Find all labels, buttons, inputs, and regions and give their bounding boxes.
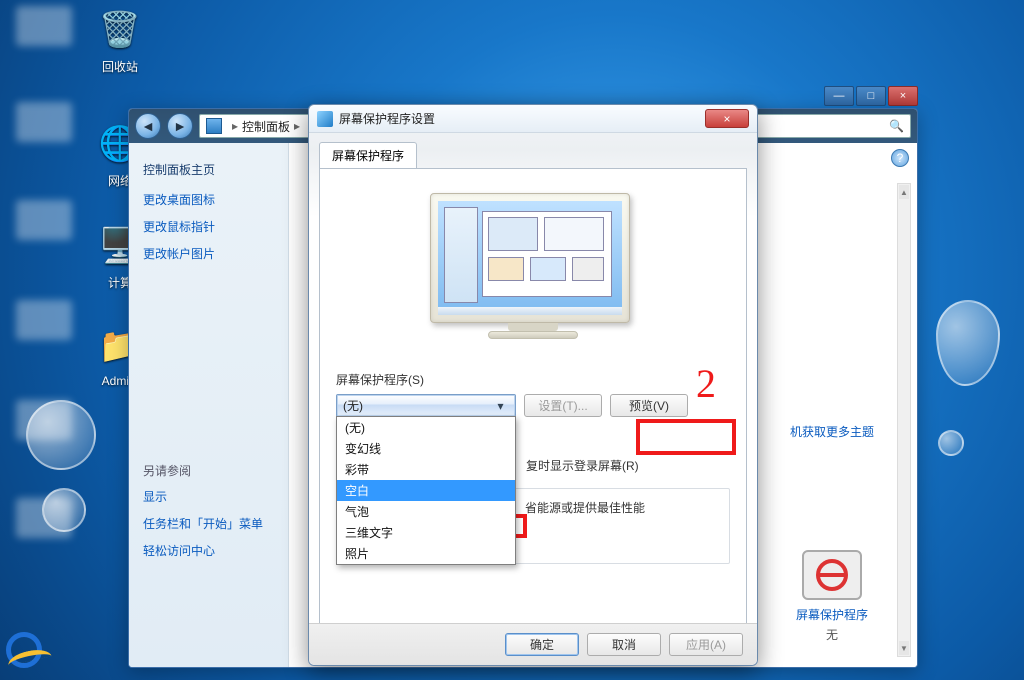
- search-icon: 🔍: [889, 119, 904, 133]
- search-input[interactable]: 🔍: [731, 114, 911, 138]
- preview-button[interactable]: 预览(V): [610, 394, 688, 417]
- screensaver-settings-dialog: 屏幕保护程序设置 × 屏幕保护程序 屏幕保护: [308, 104, 758, 666]
- desktop-icon-blurred[interactable]: [6, 102, 82, 146]
- blurred-icon: [16, 200, 72, 240]
- combo-value: (无): [343, 397, 363, 414]
- chevron-down-icon: ▾: [492, 397, 509, 414]
- sidebar: 控制面板主页 更改桌面图标 更改鼠标指针 更改帐户图片 另请参阅 显示 任务栏和…: [129, 143, 289, 667]
- blurred-icon: [16, 400, 72, 440]
- dialog-icon: [317, 111, 333, 127]
- nav-back-button[interactable]: ◄: [135, 113, 161, 139]
- see-also-taskbar-start[interactable]: 任务栏和「开始」菜单: [143, 516, 274, 533]
- ok-button[interactable]: 确定: [505, 633, 579, 656]
- maximize-button[interactable]: □: [856, 86, 886, 106]
- desktop-icon-blurred[interactable]: [6, 498, 82, 542]
- dialog-title: 屏幕保护程序设置: [339, 110, 435, 127]
- monitor-preview: [430, 193, 636, 353]
- tab-body: 屏幕保护程序(S) (无) ▾ (无) 变幻线 彩带 空白 气泡 三维文字 照片: [319, 168, 747, 636]
- recycle-bin-icon: 🗑️: [96, 6, 144, 54]
- combo-dropdown-list: (无) 变幻线 彩带 空白 气泡 三维文字 照片: [336, 416, 516, 565]
- apply-button[interactable]: 应用(A): [669, 633, 743, 656]
- breadcrumb-item[interactable]: 控制面板: [242, 118, 290, 135]
- cancel-button[interactable]: 取消: [587, 633, 661, 656]
- blurred-icon: [16, 300, 72, 340]
- control-panel-icon: [206, 118, 222, 134]
- chevron-right-icon: ▸: [232, 119, 238, 133]
- see-also-ease-of-access[interactable]: 轻松访问中心: [143, 543, 274, 560]
- dialog-titlebar[interactable]: 屏幕保护程序设置 ×: [309, 105, 757, 133]
- sidebar-link-change-mouse-pointers[interactable]: 更改鼠标指针: [143, 219, 274, 236]
- icon-label: 回收站: [82, 58, 158, 75]
- droplet-decoration: [936, 300, 1000, 386]
- dialog-close-button[interactable]: ×: [705, 109, 749, 128]
- combo-option-mystify[interactable]: 变幻线: [337, 438, 515, 459]
- combo-option-3dtext[interactable]: 三维文字: [337, 522, 515, 543]
- nav-forward-button[interactable]: ►: [167, 113, 193, 139]
- combo-option-ribbons[interactable]: 彩带: [337, 459, 515, 480]
- tab-screensaver[interactable]: 屏幕保护程序: [319, 142, 417, 169]
- combo-option-bubbles[interactable]: 气泡: [337, 501, 515, 522]
- help-icon[interactable]: ?: [891, 149, 909, 167]
- see-also-display[interactable]: 显示: [143, 489, 274, 506]
- ie-icon: [6, 632, 42, 668]
- sidebar-link-change-account-picture[interactable]: 更改帐户图片: [143, 246, 274, 263]
- combo-option-photos[interactable]: 照片: [337, 543, 515, 564]
- taskbar-ie-icon[interactable]: [6, 632, 48, 674]
- tab-strip: 屏幕保护程序: [309, 133, 757, 168]
- blurred-icon: [16, 6, 72, 46]
- blurred-icon: [16, 102, 72, 142]
- sidebar-home-link[interactable]: 控制面板主页: [143, 161, 274, 178]
- desktop-icon-blurred[interactable]: [6, 6, 82, 50]
- desktop: 🗑️ 回收站 🌐 网络 🖥️ 计算 📁 Admini — □ × ◄ ► ▸: [0, 0, 1024, 680]
- sidebar-link-change-desktop-icons[interactable]: 更改桌面图标: [143, 192, 274, 209]
- screensaver-combo[interactable]: (无) ▾ (无) 变幻线 彩带 空白 气泡 三维文字 照片: [336, 394, 516, 417]
- combo-option-blank[interactable]: 空白: [337, 480, 515, 501]
- desktop-icon-recycle-bin[interactable]: 🗑️ 回收站: [82, 6, 158, 75]
- combo-option-none[interactable]: (无): [337, 417, 515, 438]
- chevron-right-icon: ▸: [294, 119, 300, 133]
- screensaver-link[interactable]: 屏幕保护程序: [796, 608, 868, 622]
- dialog-button-row: 确定 取消 应用(A): [309, 623, 757, 665]
- bubble-decoration: [938, 430, 964, 456]
- desktop-icon-blurred[interactable]: [6, 400, 82, 444]
- get-more-themes-link[interactable]: 机获取更多主题: [767, 423, 897, 440]
- settings-button[interactable]: 设置(T)...: [524, 394, 602, 417]
- screensaver-thumbnail[interactable]: [802, 550, 862, 600]
- close-button[interactable]: ×: [888, 86, 918, 106]
- screensaver-label: 屏幕保护程序(S): [336, 371, 730, 388]
- minimize-button[interactable]: —: [824, 86, 854, 106]
- annotation-number-2: 2: [696, 360, 716, 407]
- blurred-icon: [16, 498, 72, 538]
- desktop-icon-blurred[interactable]: [6, 300, 82, 344]
- see-also-label: 另请参阅: [143, 462, 274, 479]
- scroll-up-button[interactable]: ▲: [899, 185, 909, 199]
- annotation-box-2: [636, 419, 736, 455]
- screensaver-value: 无: [767, 626, 897, 643]
- desktop-icon-blurred[interactable]: [6, 200, 82, 244]
- scrollbar[interactable]: ▲ ▼: [897, 183, 911, 657]
- scroll-down-button[interactable]: ▼: [899, 641, 909, 655]
